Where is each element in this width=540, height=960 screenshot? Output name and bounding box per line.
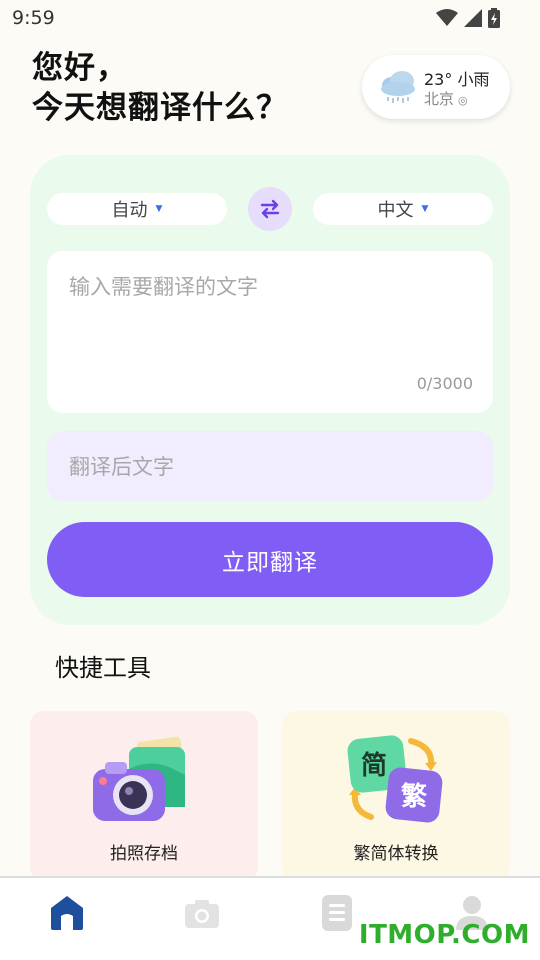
status-time: 9:59 (12, 7, 55, 29)
document-list-icon (322, 895, 352, 931)
translated-text-output[interactable]: 翻译后文字 (47, 431, 493, 501)
source-text-input[interactable]: 输入需要翻译的文字 0/3000 (47, 251, 493, 413)
status-icons (436, 8, 500, 28)
target-language-label: 中文 (377, 200, 414, 221)
weather-card[interactable]: 23° 小雨 北京 ◎ (362, 55, 510, 119)
traditional-glyph: 繁 (401, 781, 428, 812)
watermark-text: ITMOP.COM (358, 920, 530, 950)
weather-summary: 23° 小雨 (424, 66, 489, 90)
home-icon (51, 896, 83, 930)
location-pin-icon: ◎ (458, 94, 468, 107)
source-text-placeholder: 输入需要翻译的文字 (69, 275, 258, 299)
greeting-line-1: 您好， (32, 50, 128, 86)
quick-tools-title: 快捷工具 (55, 654, 151, 682)
greeting-line-2: 今天想翻译什么？ (32, 90, 288, 126)
translate-button[interactable]: 立即翻译 (47, 522, 493, 597)
wifi-icon (436, 9, 458, 26)
swap-arrows-icon (260, 199, 280, 219)
cellular-icon (464, 9, 482, 27)
battery-charging-icon (488, 8, 500, 28)
character-counter: 0/3000 (416, 374, 473, 393)
rain-cloud-icon (381, 71, 415, 103)
nav-list[interactable] (317, 892, 357, 932)
weather-city: 北京 (424, 90, 455, 108)
traditional-simplified-label: 繁简体转换 (353, 844, 439, 864)
weather-location: 北京 ◎ (424, 88, 468, 109)
nav-home[interactable] (47, 892, 87, 932)
source-language-label: 自动 (111, 200, 148, 221)
weather-condition: 小雨 (457, 70, 490, 89)
translated-text-placeholder: 翻译后文字 (69, 455, 174, 479)
status-bar: 9:59 (0, 0, 540, 36)
weather-temperature: 23° (424, 70, 453, 89)
traditional-simplified-icon: 简 繁 (347, 735, 443, 823)
photo-archive-tool[interactable]: 拍照存档 (30, 711, 258, 881)
camera-icon (185, 900, 219, 928)
swap-languages-button[interactable] (248, 187, 292, 231)
photo-archive-label: 拍照存档 (110, 844, 178, 864)
target-language-select[interactable]: 中文 ▼ (313, 193, 493, 225)
camera-photo-icon (93, 736, 186, 821)
translator-panel: 自动 ▼ 中文 ▼ 输入需要翻译的文字 0/3000 翻译后文字 立即翻译 (30, 155, 510, 625)
source-language-select[interactable]: 自动 ▼ (47, 193, 227, 225)
simplified-glyph: 简 (361, 750, 387, 781)
traditional-simplified-tool[interactable]: 简 繁 繁简体转换 (282, 711, 510, 881)
nav-camera[interactable] (182, 892, 222, 932)
greeting-heading: 您好， 今天想翻译什么？ (32, 48, 288, 128)
chevron-down-icon: ▼ (421, 204, 429, 214)
chevron-down-icon: ▼ (155, 204, 163, 214)
